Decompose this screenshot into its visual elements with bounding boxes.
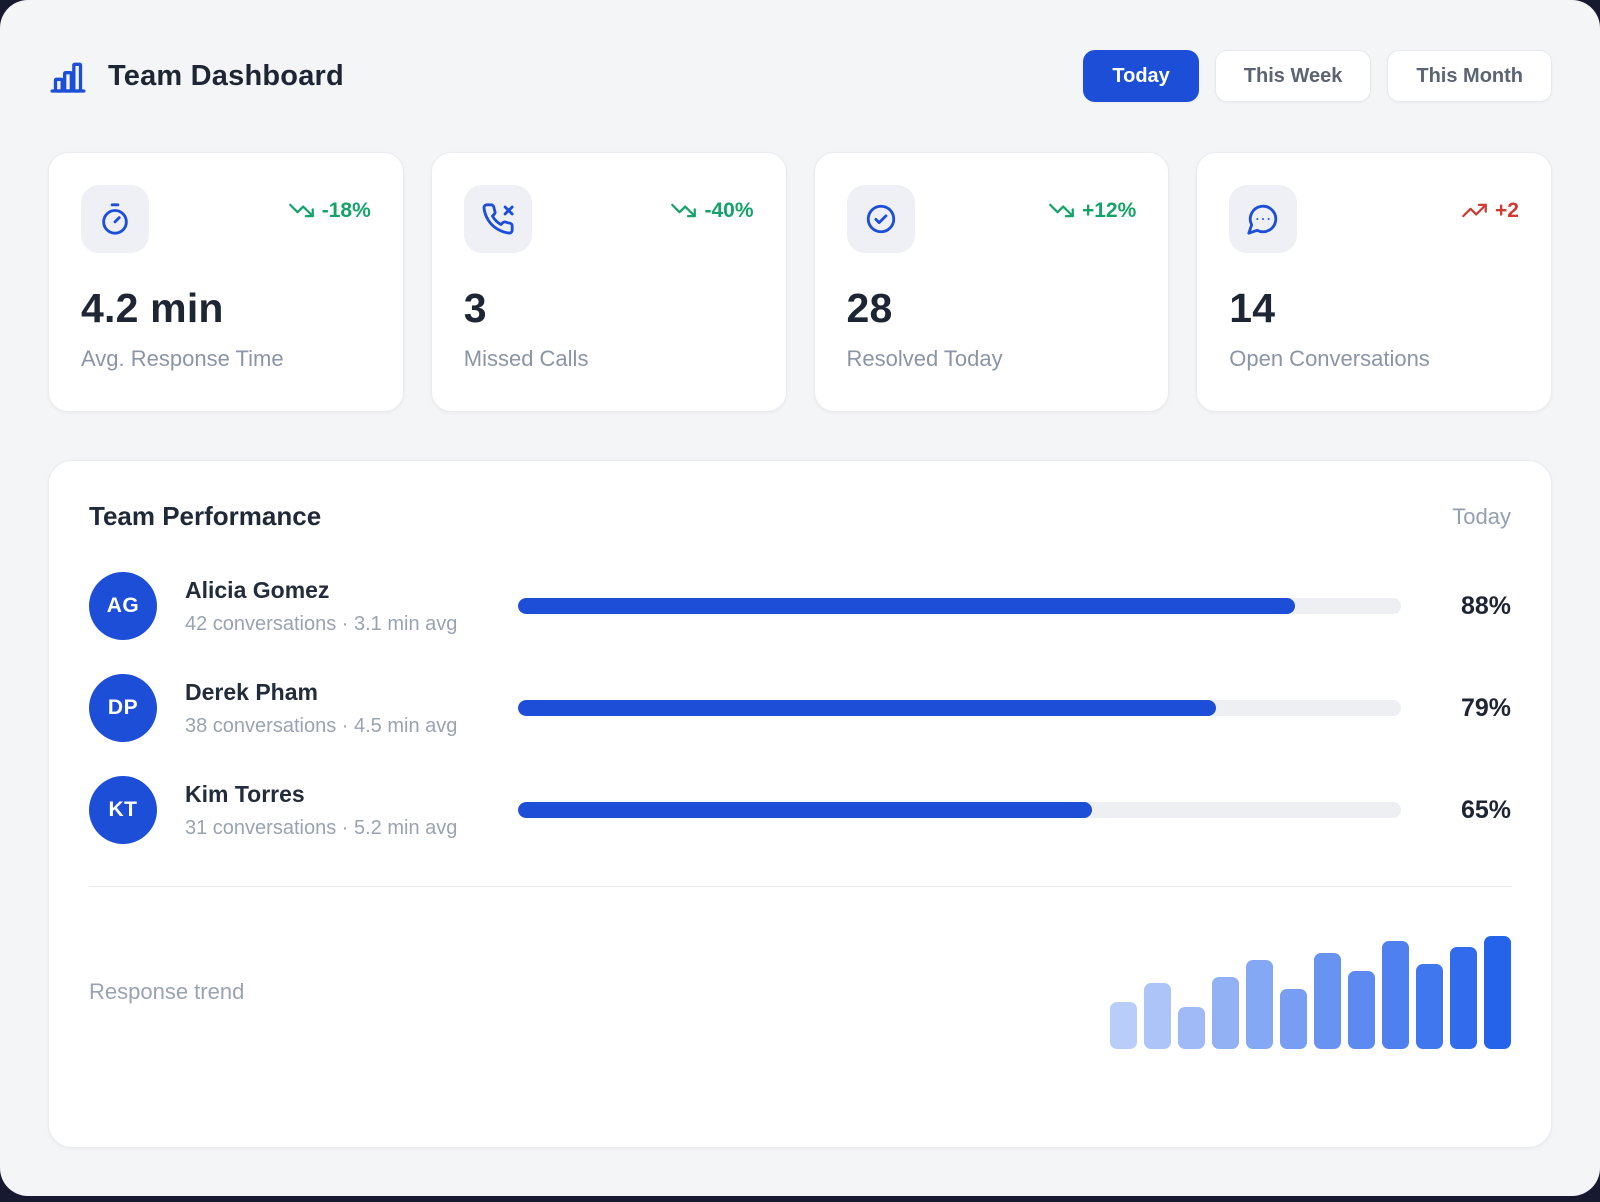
trend-bar: [1450, 947, 1477, 1049]
trend-bar: [1416, 964, 1443, 1049]
member-meta: 38 conversations · 4.5 min avg: [185, 715, 518, 738]
stat-value: 4.2 min: [81, 285, 371, 332]
period-label: Today: [1452, 504, 1511, 530]
team-performance-card: Team Performance Today AG Alicia Gomez 4…: [48, 460, 1552, 1148]
member-name: Kim Torres: [185, 781, 518, 808]
trend-bar: [1144, 983, 1171, 1049]
chat-bubble-icon: [1229, 185, 1297, 253]
progress-bar-fill: [518, 598, 1295, 614]
member-percent: 79%: [1401, 694, 1511, 723]
check-circle-icon: [847, 185, 915, 253]
trend-indicator: -40%: [670, 197, 753, 224]
member-percent: 65%: [1401, 796, 1511, 825]
stat-value: 28: [847, 285, 1137, 332]
trend-bar: [1178, 1007, 1205, 1049]
trending-up-icon: [1461, 197, 1488, 224]
member-row: KT Kim Torres 31 conversations · 5.2 min…: [89, 776, 1511, 844]
dashboard-panel: Team Dashboard Today This Week This Mont…: [0, 0, 1600, 1196]
avatar-initials: DP: [108, 696, 138, 720]
member-row: AG Alicia Gomez 42 conversations · 3.1 m…: [89, 572, 1511, 640]
member-meta: 31 conversations · 5.2 min avg: [185, 817, 518, 840]
team-footer: Response trend: [89, 887, 1511, 1049]
member-name: Alicia Gomez: [185, 577, 518, 604]
member-list: AG Alicia Gomez 42 conversations · 3.1 m…: [89, 572, 1511, 844]
progress-bar: [518, 598, 1401, 614]
range-button-this-week[interactable]: This Week: [1215, 50, 1372, 102]
trend-indicator: -18%: [288, 197, 371, 224]
member-name: Derek Pham: [185, 679, 518, 706]
range-button-today[interactable]: Today: [1083, 50, 1198, 102]
trend-value: +12%: [1082, 199, 1136, 223]
trend-indicator: +2: [1461, 197, 1519, 224]
avatar: DP: [89, 674, 157, 742]
stat-label: Resolved Today: [847, 346, 1137, 372]
progress-bar-fill: [518, 802, 1092, 818]
member-info: Kim Torres 31 conversations · 5.2 min av…: [185, 781, 518, 840]
stopwatch-icon: [81, 185, 149, 253]
response-trend-chart: [1110, 936, 1511, 1049]
time-range-selector: Today This Week This Month: [1083, 50, 1552, 102]
stat-card-resolved-today: +12% 28 Resolved Today: [814, 152, 1170, 412]
stat-label: Missed Calls: [464, 346, 754, 372]
trend-bar: [1212, 977, 1239, 1049]
stat-card-missed-calls: -40% 3 Missed Calls: [431, 152, 787, 412]
trend-bar: [1382, 941, 1409, 1049]
stat-value: 3: [464, 285, 754, 332]
trending-down-icon: [1048, 197, 1075, 224]
stat-label: Open Conversations: [1229, 346, 1519, 372]
stat-card-avg-response-time: -18% 4.2 min Avg. Response Time: [48, 152, 404, 412]
avatar-initials: KT: [109, 798, 138, 822]
response-trend-label: Response trend: [89, 979, 244, 1049]
trend-bar: [1484, 936, 1511, 1049]
avatar-initials: AG: [107, 594, 140, 618]
trend-bar: [1246, 960, 1273, 1049]
progress-bar: [518, 802, 1401, 818]
progress-bar: [518, 700, 1401, 716]
trend-value: -18%: [322, 199, 371, 223]
range-button-this-month[interactable]: This Month: [1387, 50, 1552, 102]
trend-bar: [1348, 971, 1375, 1049]
member-meta: 42 conversations · 3.1 min avg: [185, 613, 518, 636]
trend-bar: [1110, 1002, 1137, 1049]
stats-row: -18% 4.2 min Avg. Response Time -40%: [48, 152, 1552, 412]
stat-value: 14: [1229, 285, 1519, 332]
team-performance-header: Team Performance Today: [89, 501, 1511, 532]
member-info: Derek Pham 38 conversations · 4.5 min av…: [185, 679, 518, 738]
member-info: Alicia Gomez 42 conversations · 3.1 min …: [185, 577, 518, 636]
avatar: KT: [89, 776, 157, 844]
header-left: Team Dashboard: [48, 56, 344, 96]
trend-value: +2: [1495, 199, 1519, 223]
missed-call-icon: [464, 185, 532, 253]
trend-indicator: +12%: [1048, 197, 1136, 224]
header: Team Dashboard Today This Week This Mont…: [48, 50, 1552, 102]
member-row: DP Derek Pham 38 conversations · 4.5 min…: [89, 674, 1511, 742]
member-percent: 88%: [1401, 592, 1511, 621]
trending-down-icon: [670, 197, 697, 224]
stat-card-open-conversations: +2 14 Open Conversations: [1196, 152, 1552, 412]
trend-value: -40%: [704, 199, 753, 223]
page-title: Team Dashboard: [108, 60, 344, 93]
avatar: AG: [89, 572, 157, 640]
stat-label: Avg. Response Time: [81, 346, 371, 372]
trending-down-icon: [288, 197, 315, 224]
bar-chart-icon: [48, 56, 88, 96]
team-performance-title: Team Performance: [89, 501, 321, 532]
progress-bar-fill: [518, 700, 1216, 716]
trend-bar: [1314, 953, 1341, 1049]
trend-bar: [1280, 989, 1307, 1049]
